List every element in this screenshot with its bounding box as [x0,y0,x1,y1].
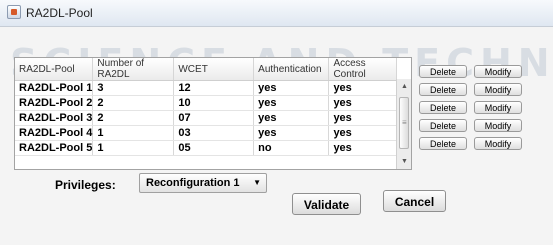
cell-authentication: yes [253,110,330,126]
cell-wcet: 10 [173,95,255,111]
table-header-row: RA2DL-Pool Number of RA2DL WCET Authenti… [15,58,397,81]
cell-access-control: yes [328,110,397,126]
scroll-thumb[interactable]: ≡ [399,97,409,149]
cell-pool: RA2DL-Pool 4 [15,125,94,141]
delete-button[interactable]: Delete [419,83,467,96]
cell-wcet: 05 [173,140,255,156]
cell-number: 1 [92,125,175,141]
privileges-label: Privileges: [55,178,116,192]
modify-button[interactable]: Modify [474,119,522,132]
privileges-select[interactable]: Reconfiguration 1 ▼ [139,173,267,193]
cell-authentication: yes [253,125,330,141]
modify-button[interactable]: Modify [474,137,522,150]
column-header-authentication[interactable]: Authentication [253,58,330,81]
column-header-wcet[interactable]: WCET [173,58,255,81]
table-row[interactable]: RA2DL-Pool 5 1 05 no yes [15,140,397,156]
delete-button[interactable]: Delete [419,137,467,150]
cell-number: 3 [92,80,175,96]
validate-button[interactable]: Validate [292,193,361,215]
privileges-selected-value: Reconfiguration 1 [146,177,240,189]
cell-authentication: yes [253,95,330,111]
cell-wcet: 12 [173,80,255,96]
table-scrollbar[interactable]: ▲ ≡ ▼ [396,79,411,169]
column-header-access-control[interactable]: Access Control [328,58,397,81]
cancel-button[interactable]: Cancel [383,190,446,212]
column-header-number[interactable]: Number of RA2DL [92,58,175,81]
delete-button[interactable]: Delete [419,101,467,114]
scroll-down-arrow-icon[interactable]: ▼ [397,154,412,169]
cell-access-control: yes [328,80,397,96]
cell-wcet: 07 [173,110,255,126]
cell-access-control: yes [328,95,397,111]
pool-table: RA2DL-Pool Number of RA2DL WCET Authenti… [14,57,412,170]
window-content: SCIENCE AND TECHNOLOGY RA2DL-Pool Number… [0,27,553,245]
modify-button[interactable]: Modify [474,101,522,114]
delete-button[interactable]: Delete [419,119,467,132]
delete-button[interactable]: Delete [419,65,467,78]
title-bar: RA2DL-Pool [0,0,553,27]
cell-access-control: yes [328,125,397,141]
table-row[interactable]: RA2DL-Pool 1 3 12 yes yes [15,80,397,96]
cell-number: 2 [92,110,175,126]
chevron-down-icon: ▼ [253,178,261,187]
cell-pool: RA2DL-Pool 2 [15,95,94,111]
java-app-icon [7,5,21,19]
cell-pool: RA2DL-Pool 1 [15,80,94,96]
cell-pool: RA2DL-Pool 3 [15,110,94,126]
modify-button[interactable]: Modify [474,65,522,78]
cell-authentication: yes [253,80,330,96]
cell-authentication: no [253,140,330,156]
cell-pool: RA2DL-Pool 5 [15,140,94,156]
table-row[interactable]: RA2DL-Pool 4 1 03 yes yes [15,125,397,141]
cell-number: 2 [92,95,175,111]
grip-icon: ≡ [402,118,407,127]
scroll-up-arrow-icon[interactable]: ▲ [397,79,412,94]
table-row[interactable]: RA2DL-Pool 2 2 10 yes yes [15,95,397,111]
column-header-pool[interactable]: RA2DL-Pool [15,58,94,81]
window-title: RA2DL-Pool [26,6,93,20]
modify-button[interactable]: Modify [474,83,522,96]
table-row[interactable]: RA2DL-Pool 3 2 07 yes yes [15,110,397,126]
cell-wcet: 03 [173,125,255,141]
cell-access-control: yes [328,140,397,156]
cell-number: 1 [92,140,175,156]
